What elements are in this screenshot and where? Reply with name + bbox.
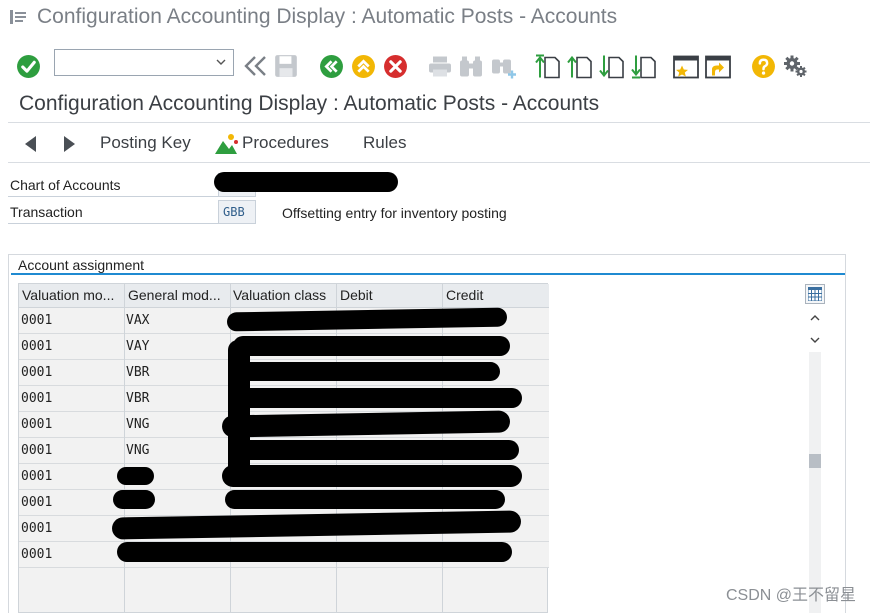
account-assignment-title: Account assignment	[18, 257, 145, 273]
transaction-label: Transaction	[8, 200, 218, 224]
cell-valuation-modif: 0001	[21, 339, 53, 354]
cancel-icon[interactable]	[383, 54, 408, 79]
posting-key-button[interactable]: Posting Key	[100, 133, 191, 153]
cell-general-modif: VBR	[126, 391, 150, 406]
command-field[interactable]	[54, 49, 234, 76]
redaction-mark	[222, 465, 522, 487]
cell-general-modif: VNG	[126, 417, 150, 432]
group-title-underline	[11, 273, 845, 275]
column-divider	[124, 284, 125, 613]
back-icon[interactable]	[319, 54, 344, 79]
scroll-down-icon[interactable]	[808, 334, 822, 346]
redaction-mark	[113, 490, 155, 509]
redaction-mark	[228, 340, 250, 485]
divider	[8, 162, 870, 163]
cell-general-modif: VBR	[126, 365, 150, 380]
scroll-track[interactable]	[809, 352, 821, 613]
redaction-mark	[214, 172, 398, 192]
previous-page-icon[interactable]	[567, 53, 593, 80]
help-icon[interactable]	[751, 54, 776, 79]
redaction-mark	[240, 388, 522, 408]
column-header-valuation-modif[interactable]: Valuation mo...	[22, 287, 122, 303]
scroll-thumb[interactable]	[809, 454, 821, 468]
cell-general-modif: VAX	[126, 313, 150, 328]
save-icon[interactable]	[273, 53, 299, 79]
procedures-button[interactable]: Procedures	[242, 133, 329, 153]
column-header-debit[interactable]: Debit	[340, 287, 440, 303]
enter-icon[interactable]	[16, 54, 41, 79]
rules-button[interactable]: Rules	[363, 133, 406, 153]
chart-of-accounts-label: Chart of Accounts	[8, 173, 218, 197]
cell-valuation-modif: 0001	[21, 365, 53, 380]
divider	[8, 122, 870, 123]
application-toolbar: Posting Key Procedures Rules	[0, 126, 870, 162]
print-icon[interactable]	[427, 54, 453, 79]
transaction-description: Offsetting entry for inventory posting	[282, 205, 507, 221]
column-header-credit[interactable]: Credit	[446, 287, 546, 303]
cell-valuation-modif: 0001	[21, 469, 53, 484]
cell-valuation-modif: 0001	[21, 417, 53, 432]
dropdown-chevron-icon[interactable]	[215, 56, 227, 68]
cell-valuation-modif: 0001	[21, 443, 53, 458]
column-header-general-modif[interactable]: General mod...	[128, 287, 229, 303]
cell-valuation-modif: 0001	[21, 495, 53, 510]
cell-valuation-modif: 0001	[21, 547, 53, 562]
command-input[interactable]	[55, 50, 205, 75]
find-icon[interactable]	[458, 54, 484, 79]
next-entry-icon[interactable]	[59, 134, 79, 154]
collapse-left-icon[interactable]	[243, 54, 269, 78]
table-settings-button[interactable]	[805, 284, 825, 304]
redaction-mark	[236, 440, 519, 460]
scroll-up-icon[interactable]	[808, 312, 822, 324]
redaction-mark	[233, 336, 510, 356]
watermark: CSDN @王不留星	[725, 587, 856, 604]
transaction-field[interactable]: GBB	[218, 200, 256, 224]
find-next-icon[interactable]	[490, 53, 518, 80]
previous-entry-icon[interactable]	[21, 134, 41, 154]
first-page-icon[interactable]	[535, 53, 561, 80]
table-settings-icon	[808, 287, 822, 301]
redaction-mark	[225, 490, 505, 509]
menu-icon[interactable]	[10, 10, 26, 24]
page-title: Configuration Accounting Display : Autom…	[19, 92, 600, 115]
last-page-icon[interactable]	[631, 53, 657, 80]
settings-icon[interactable]	[783, 54, 809, 79]
table-header: Valuation mo... General mod... Valuation…	[19, 284, 549, 308]
window-title: Configuration Accounting Display : Autom…	[37, 5, 618, 28]
column-header-valuation-class[interactable]: Valuation class	[233, 287, 335, 303]
create-session-icon[interactable]	[672, 53, 700, 80]
cell-valuation-modif: 0001	[21, 313, 53, 328]
redaction-mark	[117, 542, 512, 562]
procedures-icon	[215, 134, 238, 154]
redaction-mark	[237, 362, 500, 381]
exit-icon[interactable]	[351, 54, 376, 79]
cell-valuation-modif: 0001	[21, 391, 53, 406]
cell-general-modif: VNG	[126, 443, 150, 458]
shortcut-icon[interactable]	[704, 53, 732, 80]
next-page-icon[interactable]	[599, 53, 625, 80]
cell-general-modif: VAY	[126, 339, 150, 354]
cell-valuation-modif: 0001	[21, 521, 53, 536]
window-title-bar: Configuration Accounting Display : Autom…	[0, 0, 870, 36]
redaction-mark	[117, 467, 154, 485]
